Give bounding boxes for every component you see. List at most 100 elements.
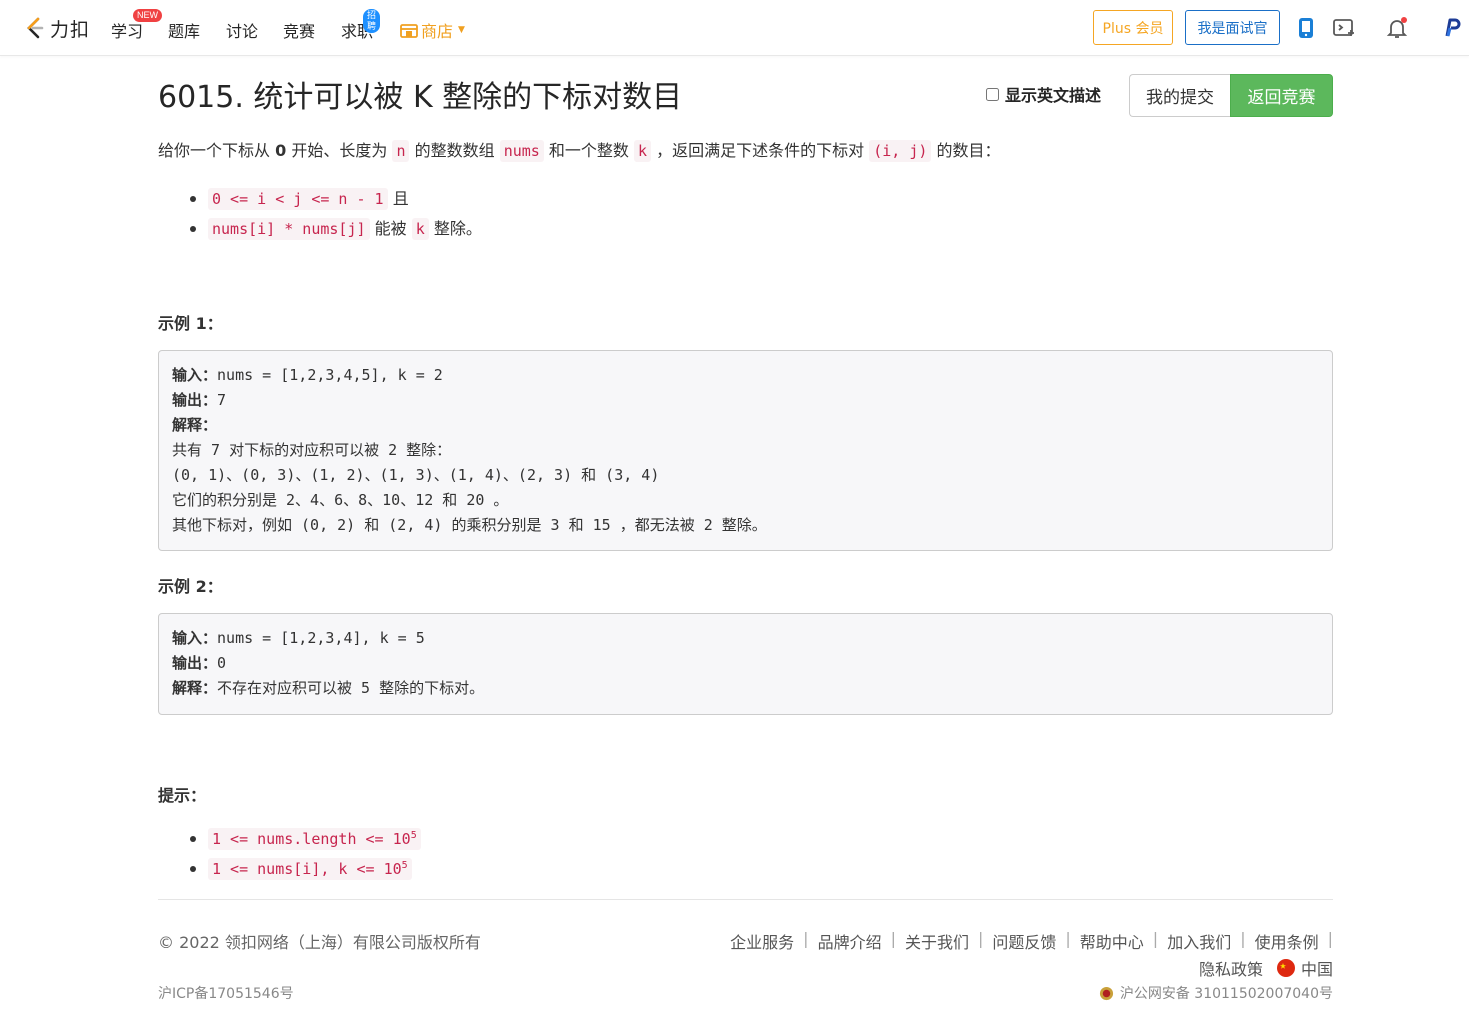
hints-heading: 提示： [158, 786, 207, 805]
list-item: 1 <= nums.length <= 105 [158, 824, 421, 854]
footer-link-brand[interactable]: 品牌介绍 [818, 929, 882, 953]
list-item: nums[i] * nums[j] 能被 k 整除。 [158, 214, 482, 244]
inline-code: nums[i] * nums[j] [208, 218, 370, 240]
input-label: 输入： [172, 629, 218, 647]
inline-code: nums [499, 140, 544, 162]
desc-text: 开始、长度为 [291, 141, 388, 160]
output-label: 输出： [172, 391, 218, 409]
region-selector[interactable]: 中国 [1276, 956, 1333, 980]
problem-description: 给你一个下标从 0 开始、长度为 n 的整数数组 nums 和一个整数 k ，返… [158, 137, 1001, 165]
explain-line: 共有 7 对下标的对应积可以被 2 整除： [172, 441, 452, 459]
leetcode-logo-icon [27, 17, 44, 39]
problem-title: 6015. 统计可以被 K 整除的下标对数目 [158, 80, 683, 115]
footer-link-about[interactable]: 关于我们 [905, 929, 969, 953]
separator: | [1065, 929, 1071, 948]
show-english-label: 显示英文描述 [1005, 86, 1102, 105]
nav-item-contest[interactable]: 竞赛 [283, 18, 315, 42]
example-input: nums = [1,2,3,4,5], k = 2 [217, 366, 443, 384]
leetcode-logo[interactable]: 力扣 [24, 14, 90, 42]
example-input: nums = [1,2,3,4], k = 5 [217, 629, 425, 647]
conditions-list: 0 <= i < j <= n - 1 且 nums[i] * nums[j] … [158, 184, 482, 244]
example-output: 0 [217, 654, 227, 672]
icp-record[interactable]: 沪ICP备17051546号 [158, 983, 294, 1003]
new-badge: NEW [133, 9, 162, 22]
region-label: 中国 [1300, 960, 1333, 979]
copyright: © 2022 领扣网络（上海）有限公司版权所有 [158, 933, 481, 952]
explain-line: (0, 1)、(0, 3)、(1, 2)、(1, 3)、(1, 4)、(2, 3… [172, 466, 660, 484]
nav-item-label: 学习 [111, 22, 144, 41]
notification-bell-icon[interactable] [1385, 16, 1409, 40]
footer-link-terms[interactable]: 使用条例 [1255, 929, 1319, 953]
explain-line: 它们的积分别是 2、4、6、8、10、12 和 20 。 [172, 491, 509, 509]
desc-text: 的整数数组 [414, 141, 495, 160]
inline-code: k [411, 218, 429, 240]
explain-line: 其他下标对，例如 (0, 2) 和 (2, 4) 的乘积分别是 3 和 15 ，… [172, 516, 767, 534]
show-english-checkbox[interactable] [986, 87, 999, 101]
separator: | [977, 929, 984, 948]
china-flag-icon [1276, 959, 1295, 977]
chevron-down-icon: ▼ [458, 25, 465, 35]
separator: | [890, 929, 896, 948]
input-label: 输入： [172, 366, 218, 384]
list-item: 1 <= nums[i], k <= 105 [158, 854, 421, 884]
condition-text: 整除。 [433, 219, 482, 238]
back-to-contest-button[interactable]: 返回竞赛 [1230, 74, 1333, 117]
hint-code: 1 <= nums.length <= 10 [212, 830, 411, 848]
header-button-group: 我的提交 返回竞赛 [1129, 74, 1333, 117]
explain-line: 不存在对应积可以被 5 整除的下标对。 [217, 679, 485, 697]
footer-links-row2: 隐私政策 中国 [1199, 956, 1333, 980]
example-1-block: 输入：nums = [1,2,3,4,5], k = 2 输出：7 解释： 共有… [158, 350, 1333, 551]
desc-text: 和一个整数 [548, 141, 629, 160]
nav-item-problems[interactable]: 题库 [168, 18, 200, 42]
example-output: 7 [217, 391, 227, 409]
police-badge-icon [1099, 986, 1113, 1000]
example-2-heading: 示例 2： [158, 577, 223, 596]
condition-text: 能被 [374, 219, 407, 238]
explain-label: 解释： [172, 416, 218, 434]
separator: | [1152, 929, 1159, 948]
shop-label: 商店 [421, 22, 454, 41]
user-avatar-icon[interactable] [1439, 16, 1463, 40]
desc-text: 的数目： [936, 141, 1001, 160]
desc-text: ，返回满足下述条件的下标对 [656, 141, 865, 160]
my-submissions-button[interactable]: 我的提交 [1129, 74, 1230, 117]
hint-exponent: 5 [401, 860, 408, 871]
hints-list: 1 <= nums.length <= 105 1 <= nums[i], k … [158, 824, 421, 884]
output-label: 输出： [172, 654, 218, 672]
footer-link-feedback[interactable]: 问题反馈 [992, 929, 1056, 953]
desc-bold-zero: 0 [275, 141, 287, 160]
show-english-toggle[interactable]: 显示英文描述 [986, 82, 1101, 106]
police-record-text: 沪公网安备 31011502007040号 [1119, 986, 1333, 1002]
inline-code: 1 <= nums.length <= 105 [208, 828, 421, 850]
inline-code: k [634, 140, 652, 162]
mobile-app-icon[interactable] [1294, 16, 1318, 40]
interviewer-button[interactable]: 我是面试官 [1185, 10, 1280, 45]
separator: | [803, 929, 809, 948]
footer-link-join[interactable]: 加入我们 [1167, 929, 1231, 953]
top-nav: 力扣 学习 NEW 题库 讨论 竞赛 求职 招聘 商店 ▼ Plus 会员 我是… [0, 0, 1469, 56]
footer-link-help[interactable]: 帮助中心 [1080, 929, 1144, 953]
example-2-block: 输入：nums = [1,2,3,4], k = 5 输出：0 解释：不存在对应… [158, 613, 1333, 715]
hint-code: 1 <= nums[i], k <= 10 [212, 860, 402, 878]
nav-item-shop[interactable]: 商店 ▼ [400, 18, 465, 42]
logo-text: 力扣 [50, 18, 91, 41]
inline-code: 1 <= nums[i], k <= 105 [208, 858, 412, 880]
hint-exponent: 5 [410, 830, 417, 841]
footer-link-privacy[interactable]: 隐私政策 [1199, 956, 1263, 980]
inline-code: (i, j) [869, 140, 932, 162]
footer-links: 企业服务 | 品牌介绍 | 关于我们 | 问题反馈 | 帮助中心 | 加入我们 | 使用条例… [730, 929, 1333, 953]
nav-item-discuss[interactable]: 讨论 [226, 18, 258, 42]
condition-text: 且 [392, 189, 409, 208]
nav-item-jobs[interactable]: 求职 招聘 [341, 9, 381, 42]
separator: | [1327, 929, 1333, 948]
footer-link-enterprise[interactable]: 企业服务 [730, 929, 794, 953]
hiring-badge: 招聘 [363, 9, 381, 33]
example-1-heading: 示例 1： [158, 314, 223, 333]
nav-item-learn[interactable]: 学习 NEW [111, 9, 162, 42]
explain-label: 解释： [172, 679, 218, 697]
footer-divider [158, 899, 1333, 900]
police-record[interactable]: 沪公网安备 31011502007040号 [1099, 983, 1333, 1003]
separator: | [1240, 929, 1246, 948]
plus-member-button[interactable]: Plus 会员 [1093, 10, 1173, 45]
playground-icon[interactable] [1332, 16, 1356, 40]
